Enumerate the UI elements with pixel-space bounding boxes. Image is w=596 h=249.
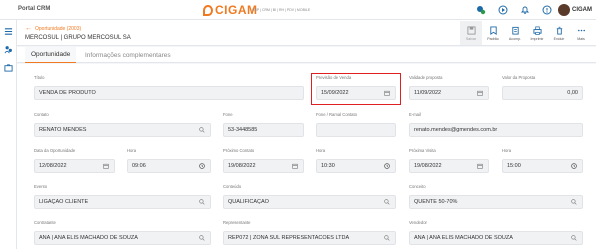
calendar-icon[interactable]: [476, 162, 484, 170]
representative-label: Representante: [223, 220, 251, 225]
avatar[interactable]: [558, 4, 570, 16]
seller-label: Vendedor: [409, 220, 427, 225]
time-label-3: Hora: [502, 148, 512, 153]
contractor-field[interactable]: ANA | ANA ELIS MACHADO DE SOUZA: [34, 231, 211, 245]
follow-up-label: Acomp.: [508, 36, 522, 41]
concept-label: Conceito: [409, 184, 426, 189]
clock-icon[interactable]: [570, 162, 578, 170]
brand-subtitle: ERP | CRM | BI | RH | PDV | MOBILE: [252, 8, 311, 12]
search-icon[interactable]: [198, 126, 206, 134]
play-icon[interactable]: [492, 2, 514, 18]
clock-icon[interactable]: [198, 162, 206, 170]
calendar-icon[interactable]: [476, 89, 484, 97]
sidebar: [0, 20, 17, 249]
extension-field[interactable]: [316, 123, 396, 137]
time-field-1[interactable]: 09:06: [127, 159, 211, 173]
logo-mark-icon: [203, 4, 213, 16]
proposal-validity-label: Validade proposta: [409, 75, 443, 80]
phone-label: Fone: [223, 112, 233, 117]
event-label: Evento: [34, 184, 48, 189]
delete-button[interactable]: Excluir: [548, 21, 570, 45]
company-name: MERCOSUL | GRUPO MERCOSUL SA: [25, 35, 131, 41]
back-arrow-icon[interactable]: ←: [25, 25, 32, 32]
opportunity-label: Oportunidade (2003): [35, 26, 82, 32]
print-icon: [532, 26, 542, 35]
user-search-icon[interactable]: [470, 2, 492, 18]
search-icon[interactable]: [198, 198, 206, 206]
search-icon[interactable]: [198, 234, 206, 242]
portal-title: Portal CRM: [18, 6, 51, 12]
top-bar: Portal CRM CIGAM ERP | CRM | BI | RH | P…: [0, 0, 596, 20]
extension-label: Fone / Ramal Contato: [316, 112, 357, 117]
brand-logo: CIGAM: [203, 3, 258, 17]
search-icon[interactable]: [383, 234, 391, 242]
save-label: Salvar: [465, 36, 477, 41]
contractor-label: Contratante: [34, 220, 56, 225]
users-icon[interactable]: [0, 42, 17, 56]
title-field[interactable]: VENDA DE PRODUTO: [34, 86, 304, 100]
clock-icon[interactable]: [383, 162, 391, 170]
time-field-3[interactable]: 15:00: [502, 159, 583, 173]
more-icon: [577, 29, 585, 31]
trash-icon: [556, 26, 562, 35]
default-button[interactable]: Padrão: [482, 21, 504, 45]
follow-up-button[interactable]: Acomp.: [504, 21, 526, 45]
phone-field[interactable]: 53-3448585: [223, 123, 304, 137]
representative-field[interactable]: REP072 | ZONA SUL REPRESENTACOES LTDA: [223, 231, 396, 245]
save-icon: [466, 25, 476, 35]
save-button[interactable]: Salvar: [460, 21, 482, 45]
time-field-2[interactable]: 10:30: [316, 159, 396, 173]
action-toolbar: Salvar Padrão Acomp. Imprimir Excluir Ma…: [460, 21, 592, 45]
concept-field[interactable]: QUENTE 50-70%: [409, 195, 583, 209]
proposal-value-field[interactable]: 0,00: [502, 86, 583, 100]
tab-bar: Oportunidade Informações complementares: [17, 47, 596, 63]
title-label: Título: [34, 75, 45, 80]
next-visit-field[interactable]: 19/08/2022: [409, 159, 489, 173]
next-contact-label: Próximo Contato: [223, 148, 255, 153]
highlight-box: [311, 73, 401, 105]
contact-label: Contato: [34, 112, 49, 117]
star-icon: [489, 25, 497, 35]
proposal-value-label: Valor da Proposta: [502, 75, 536, 80]
next-contact-field[interactable]: 19/08/2022: [223, 159, 304, 173]
calendar-icon[interactable]: [291, 162, 299, 170]
search-icon[interactable]: [383, 198, 391, 206]
tab-complementary-info[interactable]: Informações complementares: [79, 47, 177, 63]
tab-opportunity[interactable]: Oportunidade: [25, 47, 77, 63]
help-icon[interactable]: [536, 2, 558, 18]
proposal-validity-field[interactable]: 11/09/2022: [409, 86, 489, 100]
delete-label: Excluir: [553, 36, 565, 41]
time-label-1: Hora: [127, 148, 137, 153]
list-icon[interactable]: [0, 24, 17, 38]
content-field[interactable]: QUALIFICAÇÃO: [223, 195, 396, 209]
clipboard-icon: [511, 26, 519, 35]
search-icon[interactable]: [570, 198, 578, 206]
user-name[interactable]: CIGAM: [572, 7, 592, 13]
search-icon[interactable]: [570, 234, 578, 242]
more-button[interactable]: Mais: [570, 21, 592, 45]
print-label: Imprimir: [530, 36, 544, 41]
page-header: ← Oportunidade (2003) MERCOSUL | GRUPO M…: [17, 20, 596, 46]
more-label: Mais: [577, 36, 585, 41]
calendar-icon[interactable]: [102, 162, 110, 170]
event-field[interactable]: LIGAÇÃO CLIENTE: [34, 195, 211, 209]
email-field[interactable]: renato.mendes@gmendes.com.br: [409, 123, 583, 137]
opportunity-form: Título VENDA DE PRODUTO Previsão de Vend…: [17, 64, 596, 249]
opportunity-date-field[interactable]: 12/08/2022: [34, 159, 115, 173]
seller-field[interactable]: ANA | ANA ELIS MACHADO DE SOUZA: [409, 231, 583, 245]
email-label: E-mail: [409, 112, 421, 117]
next-visit-label: Próxima Visita: [409, 148, 436, 153]
content-label: Conteúdo: [223, 184, 242, 189]
opportunity-date-label: Data da Oportunidade: [34, 148, 76, 153]
time-label-2: Hora: [316, 148, 326, 153]
briefcase-icon[interactable]: [0, 60, 17, 74]
contact-field[interactable]: RENATO MENDES: [34, 123, 211, 137]
default-label: Padrão: [487, 36, 499, 41]
bell-icon[interactable]: [514, 2, 536, 18]
print-button[interactable]: Imprimir: [526, 21, 548, 45]
